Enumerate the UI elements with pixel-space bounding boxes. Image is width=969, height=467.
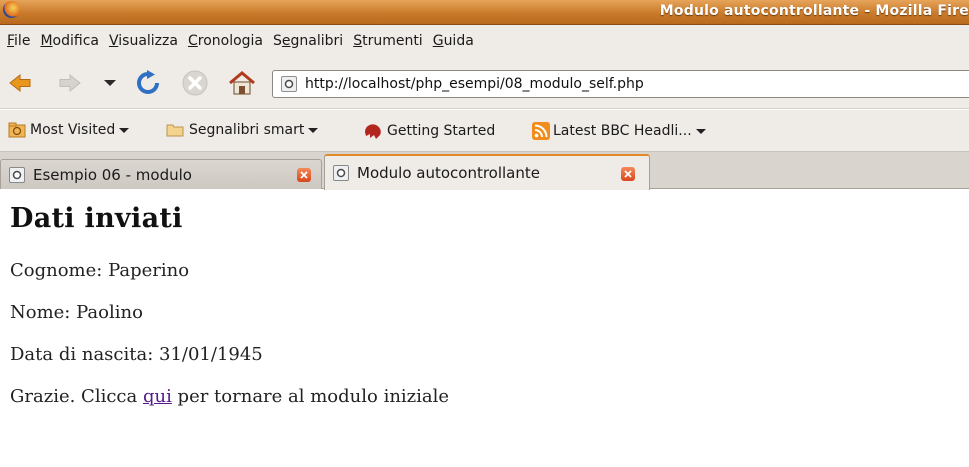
rss-feed-icon (532, 122, 550, 140)
menu-strumenti[interactable]: Strumenti (348, 33, 428, 49)
chevron-down-icon (695, 128, 706, 134)
window-title: Modulo autocontrollante - Mozilla Fire (659, 3, 969, 19)
nome-text: Nome: Paolino (10, 302, 143, 323)
thanks-paragraph: Grazie. Clicca qui per tornare al modulo… (10, 386, 969, 407)
forward-arrow-icon (59, 73, 81, 93)
bookmark-segnalibri-smart[interactable]: Segnalibri smart (166, 122, 319, 138)
close-tab-icon[interactable] (621, 167, 635, 181)
menu-segnalibri[interactable]: Segnalibri (268, 33, 348, 49)
menu-modifica[interactable]: Modifica (35, 33, 104, 49)
address-bar[interactable]: http://localhost/php_esempi/08_modulo_se… (272, 70, 969, 98)
page-content: Dati inviati Cognome: Paperino Nome: Pao… (0, 189, 969, 467)
home-icon (229, 71, 255, 95)
back-arrow-icon (9, 73, 31, 93)
bookmark-bbc-headlines[interactable]: Latest BBC Headli... (532, 122, 706, 140)
history-dropdown-button[interactable] (95, 68, 125, 98)
thanks-text-before: Grazie. Clicca (10, 386, 143, 407)
back-to-form-link[interactable]: qui (143, 386, 172, 407)
bookmark-label: Latest BBC Headli... (553, 123, 692, 139)
bookmark-most-visited[interactable]: Most Visited (8, 122, 130, 138)
tab-esempio-06[interactable]: Esempio 06 - modulo (0, 159, 322, 189)
thanks-text-after: per tornare al modulo iniziale (171, 386, 450, 407)
cognome-text: Cognome: Paperino (10, 260, 190, 281)
chevron-down-icon (308, 127, 319, 133)
tab-label: Modulo autocontrollante (357, 164, 540, 182)
bookmark-label: Getting Started (387, 123, 496, 139)
page-favicon-icon[interactable] (281, 76, 297, 92)
menu-guida[interactable]: Guida (428, 33, 479, 49)
chevron-down-icon (119, 127, 130, 133)
bookmark-label: Segnalibri smart (189, 122, 305, 138)
back-button[interactable] (5, 68, 35, 98)
forward-button[interactable] (55, 68, 85, 98)
menu-bar: File Modifica Visualizza Cronologia Segn… (0, 25, 969, 57)
firefox-red-icon (365, 124, 381, 139)
menu-file[interactable]: File (2, 33, 35, 49)
data-nascita-text: Data di nascita: 31/01/1945 (10, 344, 263, 365)
tab-label: Esempio 06 - modulo (33, 165, 192, 184)
tab-strip: Esempio 06 - modulo Modulo autocontrolla… (0, 152, 969, 190)
tab-modulo-autocontrollante[interactable]: Modulo autocontrollante (324, 154, 650, 190)
url-input[interactable]: http://localhost/php_esempi/08_modulo_se… (305, 76, 644, 92)
menu-cronologia[interactable]: Cronologia (183, 33, 268, 49)
bookmark-getting-started[interactable]: Getting Started (363, 122, 495, 140)
menu-visualizza[interactable]: Visualizza (104, 33, 183, 49)
reload-button[interactable] (133, 68, 163, 98)
close-tab-icon[interactable] (297, 168, 311, 182)
bookmarks-toolbar: Most Visited Segnalibri smart Getting St… (0, 110, 969, 152)
page-heading: Dati inviati (10, 203, 183, 234)
history-dropdown-icon (104, 80, 116, 86)
firefox-icon[interactable] (3, 1, 20, 18)
folder-icon (166, 124, 184, 137)
window-titlebar[interactable]: Modulo autocontrollante - Mozilla Fire (0, 0, 969, 25)
most-visited-icon (8, 122, 26, 138)
home-button[interactable] (227, 68, 257, 98)
stop-button[interactable] (180, 68, 210, 98)
page-favicon-icon (333, 165, 349, 181)
stop-icon (182, 70, 208, 96)
page-favicon-icon (9, 166, 25, 183)
bookmark-label: Most Visited (30, 122, 116, 138)
reload-icon (137, 70, 159, 94)
